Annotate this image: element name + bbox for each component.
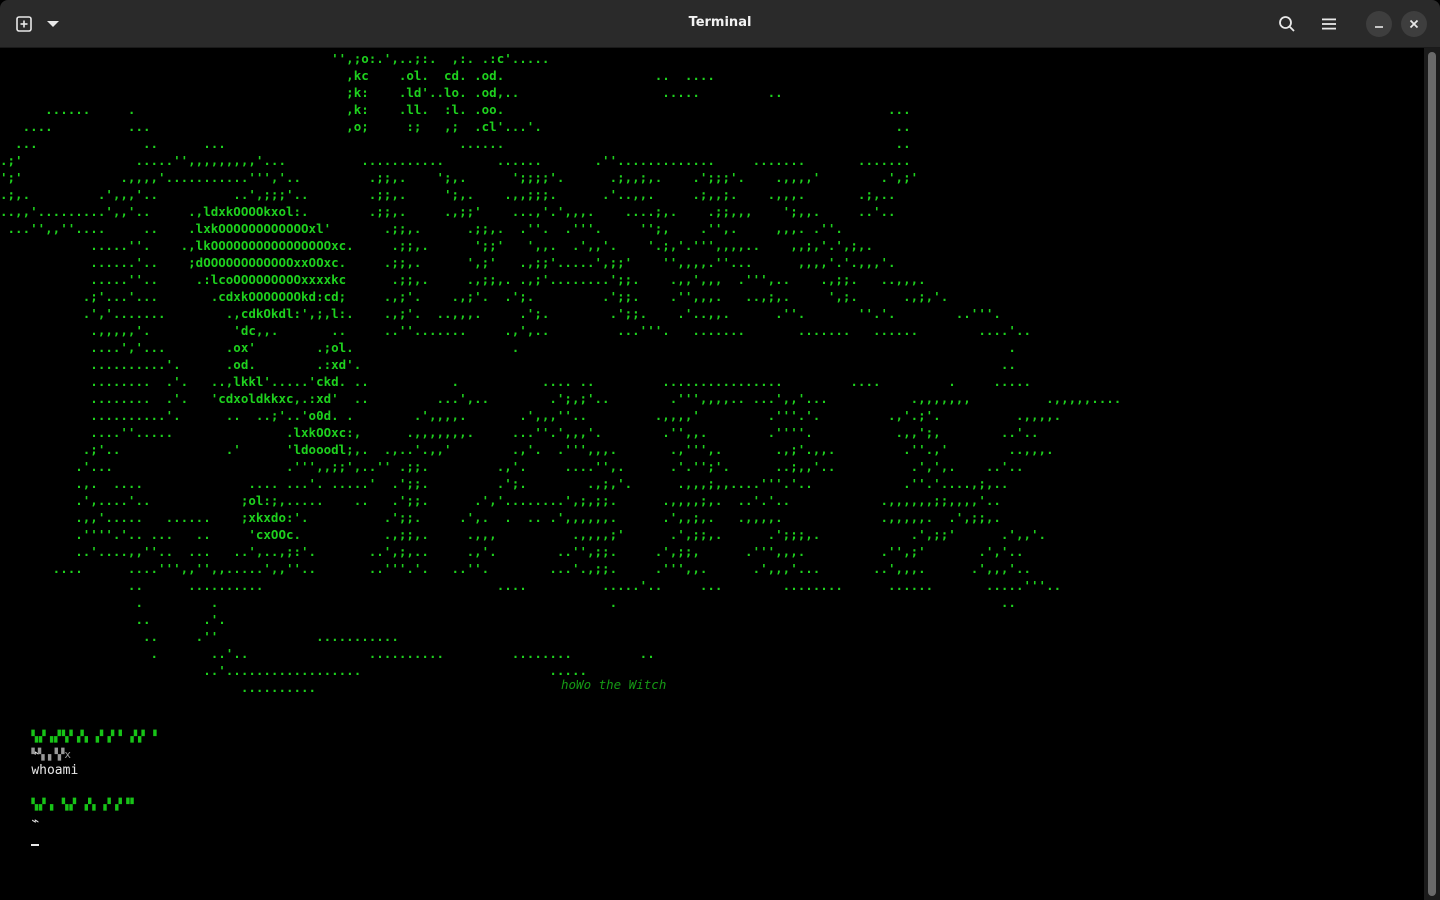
close-button[interactable] <box>1401 11 1427 37</box>
output-line: ▘▚▗▝▞x <box>0 729 71 761</box>
new-tab-button[interactable] <box>8 8 40 40</box>
main-menu-button[interactable] <box>1312 8 1346 40</box>
command-text: whoami <box>31 763 79 778</box>
search-icon <box>1279 16 1295 32</box>
prompt-line-active[interactable]: ▚▞▗ ▚▞ ▞▖▗▘▞▝▘ ⌁ <box>0 779 138 846</box>
art-signature: hoWo the Witch <box>561 677 667 692</box>
window-titlebar: Terminal <box>0 0 1440 48</box>
text-cursor <box>31 844 40 846</box>
prompt-arrow-icon: ⌁ <box>31 814 40 829</box>
terminal-scrollbar[interactable] <box>1424 48 1440 900</box>
hamburger-menu-icon <box>1322 18 1336 30</box>
new-tab-icon <box>16 16 32 32</box>
prompt-line: ▚▞▗▞▚▘▞▖▗▘▞▝ ▞▞ ▘ ⌁ whoami <box>0 711 161 778</box>
chevron-down-icon <box>47 21 59 27</box>
close-icon <box>1409 19 1419 29</box>
search-button[interactable] <box>1270 8 1304 40</box>
minimize-icon <box>1375 26 1383 28</box>
ascii-art-banner: '',;o:.',..;:. ,:. .:c'..... ,kc .ol. cd… <box>0 51 1122 695</box>
minimize-button[interactable] <box>1366 11 1392 37</box>
tab-menu-button[interactable] <box>38 8 68 40</box>
prompt-user-glyphs: ▚▞▗ ▚▞ ▞▖▗▘▞▝▘ <box>31 798 139 811</box>
window-title: Terminal <box>688 15 752 30</box>
terminal-view[interactable]: '',;o:.',..;:. ,:. .:c'..... ,kc .ol. cd… <box>0 48 1424 900</box>
command-output: ▘▚▗▝▞x <box>31 748 72 761</box>
scrollbar-thumb[interactable] <box>1428 52 1436 896</box>
